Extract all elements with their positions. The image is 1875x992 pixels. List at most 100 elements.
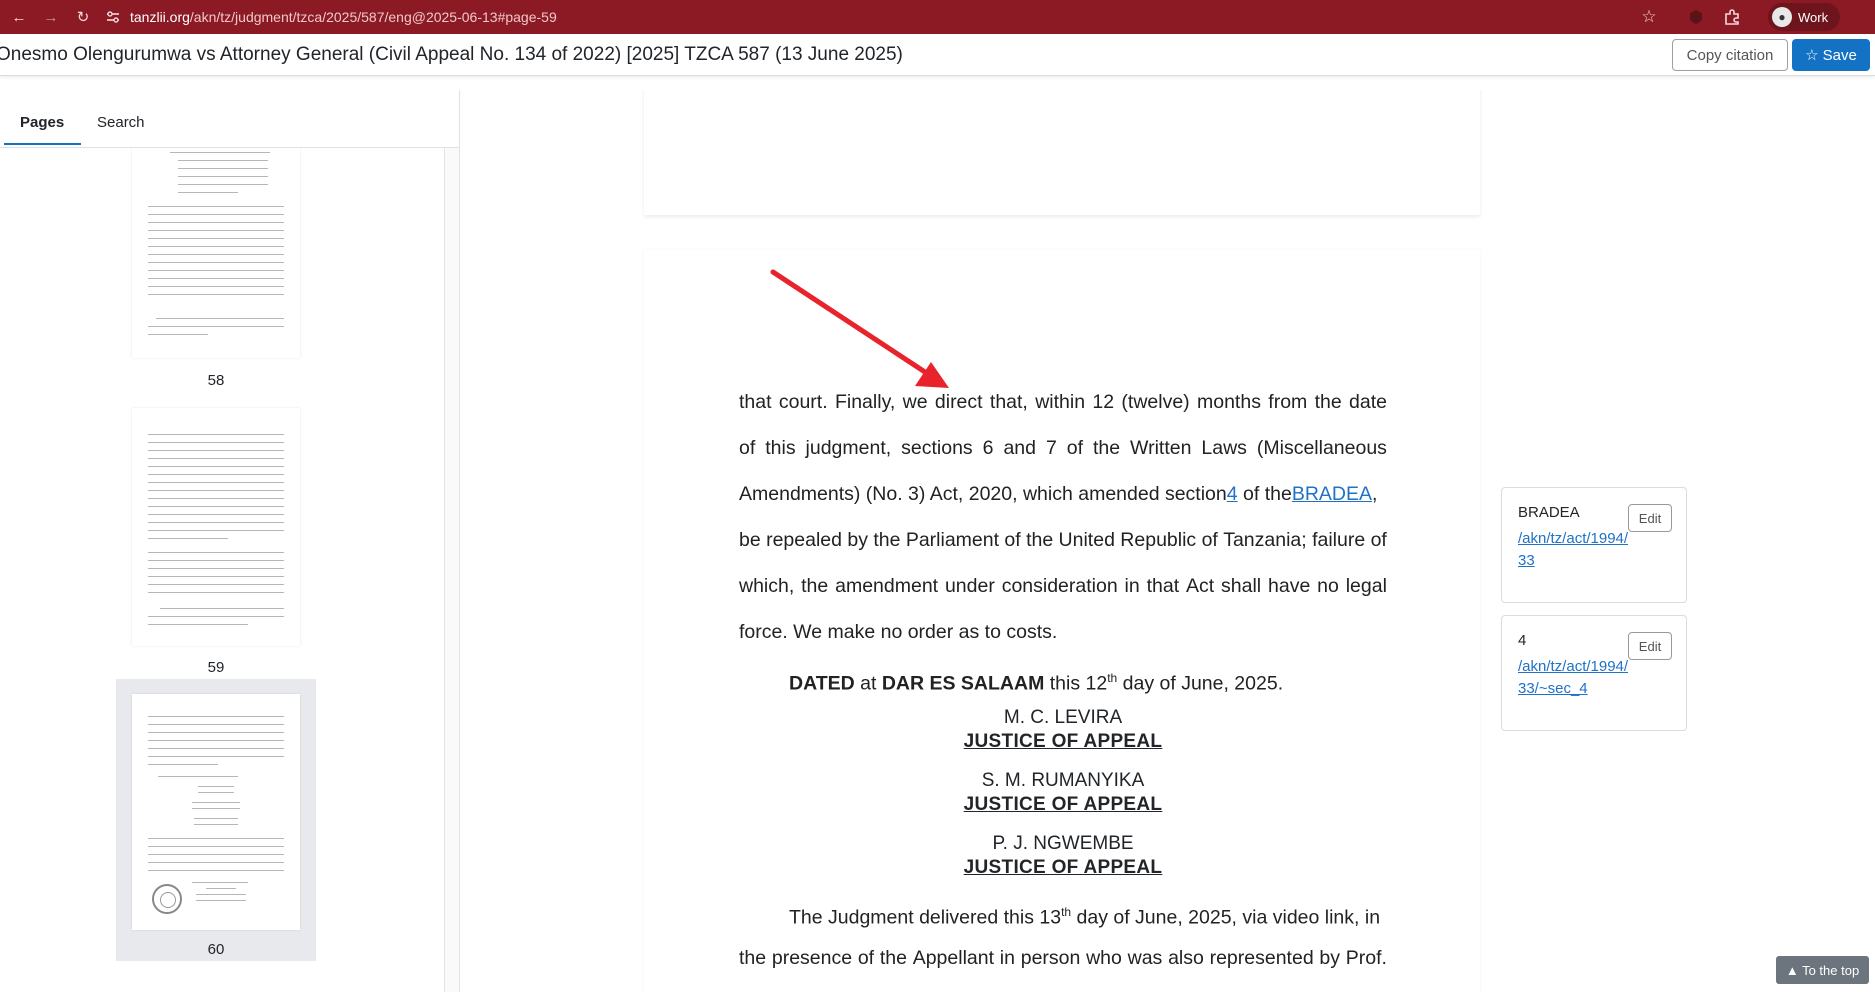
word: (twelve) xyxy=(1121,391,1190,413)
word: of xyxy=(1201,529,1218,551)
thumbnail-text-line xyxy=(148,592,284,593)
word: the xyxy=(739,947,767,969)
word: that, xyxy=(989,391,1028,413)
thumbnail-text-line xyxy=(148,530,284,531)
reload-icon[interactable]: ↻ xyxy=(70,4,96,30)
word: Laws xyxy=(1201,437,1247,459)
extensions-puzzle-icon[interactable] xyxy=(1720,5,1744,29)
star-icon: ☆ xyxy=(1805,47,1819,64)
back-icon[interactable]: ← xyxy=(6,4,32,30)
line-text: this 12 xyxy=(1044,672,1108,695)
page-thumbnails: 58 59 60 xyxy=(0,148,444,992)
word: which, xyxy=(739,575,795,597)
word: the xyxy=(1314,391,1342,413)
sidebar: Pages Search 58 59 60 xyxy=(0,90,460,992)
word: failure xyxy=(1312,529,1366,551)
thumbnail-text-line xyxy=(148,442,284,443)
thumbnail-text-line xyxy=(148,458,284,459)
copy-citation-button[interactable]: Copy citation xyxy=(1672,39,1788,71)
thumbnail-text-line xyxy=(148,434,284,435)
thumbnail-text-line xyxy=(148,764,218,765)
judge-name: M. C. LEVIRA xyxy=(1003,707,1123,728)
tab-search[interactable]: Search xyxy=(97,114,145,131)
line-text: Amendments) (No. 3) Act, 2020, which ame… xyxy=(739,483,1227,505)
edit-button[interactable]: Edit xyxy=(1628,632,1672,660)
word: Act xyxy=(1185,575,1215,597)
thumbnail-text-line xyxy=(148,334,208,335)
word: months xyxy=(1197,391,1261,413)
word: who xyxy=(1086,947,1122,969)
thumbnail-text-line xyxy=(148,222,284,223)
line-text: at xyxy=(854,672,882,695)
word: amendment xyxy=(835,575,939,597)
thumbnail-text-line xyxy=(148,498,284,499)
delivered-line: The Judgment delivered this 13th day of … xyxy=(789,900,1387,930)
word: in xyxy=(999,947,1015,969)
tab-pages[interactable]: Pages xyxy=(20,114,64,131)
thumbnail-text-line xyxy=(196,900,246,901)
extension-icon[interactable] xyxy=(1684,5,1708,29)
line-text: of the xyxy=(1237,483,1292,505)
thumbnail-page-60[interactable]: 60 xyxy=(116,679,316,961)
word: have xyxy=(1268,575,1311,597)
section-4-link[interactable]: 4 xyxy=(1227,483,1238,505)
thumbnail-text-line xyxy=(148,262,284,263)
thumbnail-text-line xyxy=(148,584,284,585)
word: the xyxy=(879,947,907,969)
superscript: th xyxy=(1061,905,1072,919)
judge-title: JUSTICE OF APPEAL xyxy=(963,857,1163,878)
edit-button[interactable]: Edit xyxy=(1628,504,1672,532)
word: 7 xyxy=(1045,437,1057,459)
word: court. xyxy=(778,391,828,413)
word: sections xyxy=(901,437,973,459)
word: the xyxy=(873,529,901,551)
avatar: ● xyxy=(1772,7,1792,27)
document-header: Onesmo Olengurumwa vs Attorney General (… xyxy=(0,34,1875,76)
save-button[interactable]: ☆ Save xyxy=(1792,39,1870,71)
thumbnail-text-line xyxy=(178,176,268,177)
site-settings-icon[interactable] xyxy=(104,8,122,26)
active-tab-indicator xyxy=(4,143,81,145)
address-bar[interactable]: tanzlii.org/akn/tz/judgment/tzca/2025/58… xyxy=(104,4,1684,30)
judgment-line-3: Amendments) (No. 3) Act, 2020, which ame… xyxy=(739,482,1387,506)
word: we xyxy=(902,391,928,413)
word: from xyxy=(1268,391,1308,413)
thumbnail-page-59[interactable]: 59 xyxy=(116,408,316,676)
word: in xyxy=(1124,575,1140,597)
word: within xyxy=(1035,391,1086,413)
thumbnail-text-line xyxy=(178,168,268,169)
url-text[interactable]: tanzlii.org/akn/tz/judgment/tzca/2025/58… xyxy=(130,9,557,25)
profile-button[interactable]: ● Work xyxy=(1768,3,1841,31)
thumbnail-text-line xyxy=(148,854,284,855)
thumbnail-text-line xyxy=(148,466,284,467)
annotation-link[interactable]: /akn/tz/act/1994/33/~sec_4 xyxy=(1518,656,1630,700)
thumbnail-text-line xyxy=(192,802,240,803)
thumbnail-text-line xyxy=(178,184,268,185)
word: person xyxy=(1020,947,1081,969)
annotation-label: 4 xyxy=(1518,632,1527,649)
bookmark-star-icon[interactable]: ☆ xyxy=(1636,4,1662,30)
line-text: day of June, 2025. xyxy=(1117,672,1284,695)
thumbnail-text-line xyxy=(170,152,270,153)
to-the-top-button[interactable]: ▲ To the top xyxy=(1776,956,1869,984)
forward-icon[interactable]: → xyxy=(38,4,64,30)
thumbnail-text-line xyxy=(148,724,284,725)
thumbnail-text-line xyxy=(148,748,284,749)
judgment-line-4: be repealed by the Parliament of the United Repu… xyxy=(739,528,1387,552)
word: 6 xyxy=(982,437,994,459)
sidebar-scrollbar[interactable] xyxy=(444,148,459,992)
judgment-line-last: the presence of the Appellant in person who was a… xyxy=(739,946,1387,970)
annotation-link[interactable]: /akn/tz/act/1994/33 xyxy=(1518,528,1630,572)
thumbnail-text-line xyxy=(160,608,284,609)
word: United xyxy=(1058,529,1115,551)
line-text: day of June, 2025, via video link, in xyxy=(1071,906,1381,929)
word: (Miscellaneous xyxy=(1256,437,1387,459)
word: by xyxy=(847,529,868,551)
word: of xyxy=(857,947,875,969)
thumbnail-text-line xyxy=(148,568,284,569)
thumbnail-page-58[interactable]: 58 xyxy=(116,148,316,398)
word: Prof. xyxy=(1345,947,1387,969)
bradea-link[interactable]: BRADEA xyxy=(1292,483,1372,505)
word: Parliament xyxy=(905,529,1000,551)
thumbnail-text-line xyxy=(148,870,284,871)
